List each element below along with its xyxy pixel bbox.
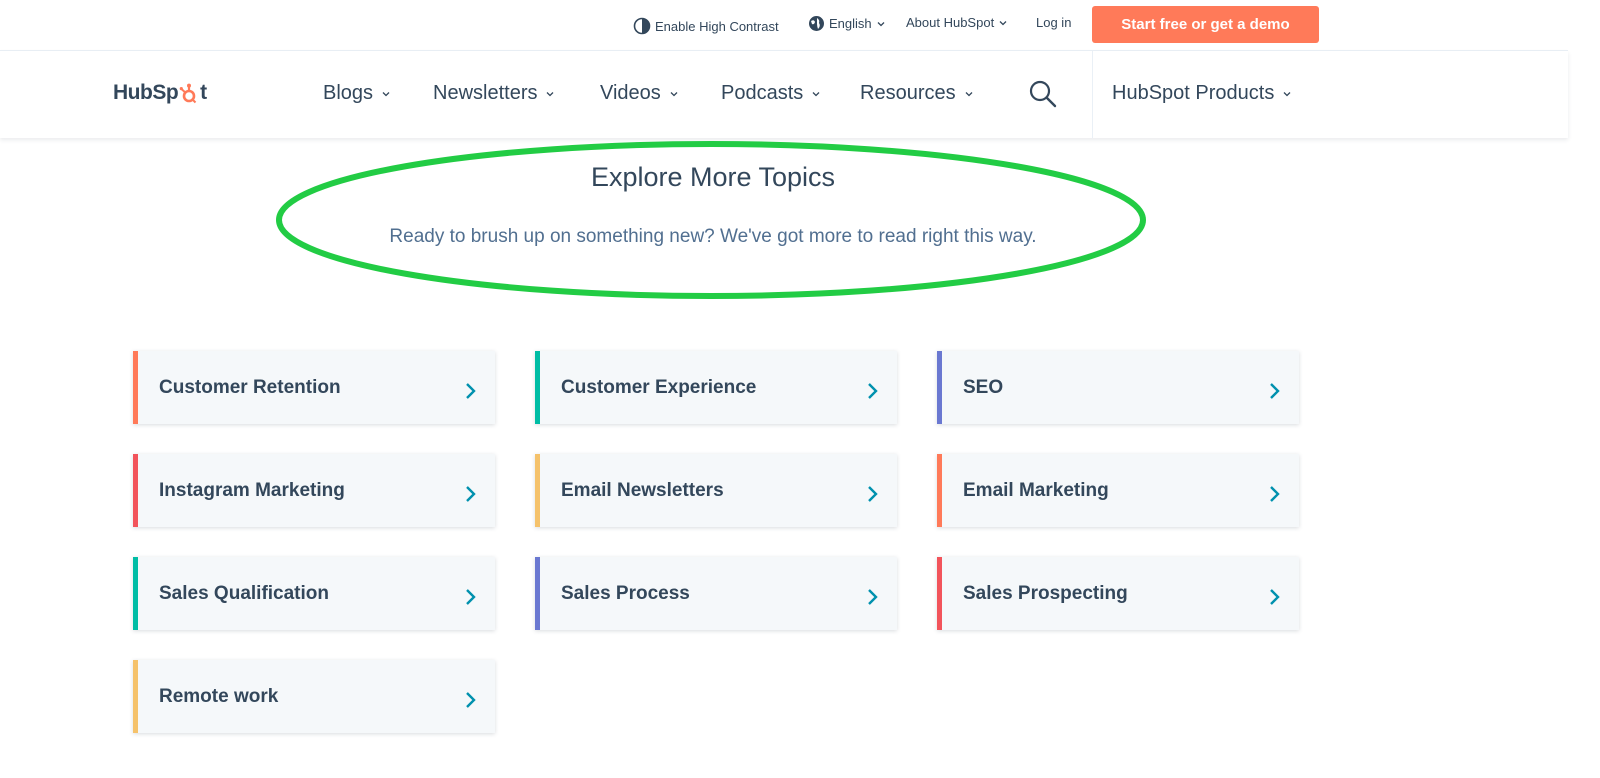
contrast-icon — [633, 17, 651, 35]
search-icon — [1028, 80, 1058, 113]
language-selector[interactable]: English — [808, 15, 886, 32]
nav-link-newsletters[interactable]: Newsletters — [433, 82, 555, 105]
topic-card[interactable]: SEO — [937, 351, 1299, 424]
chevron-down-icon — [669, 82, 679, 105]
topic-card[interactable]: Instagram Marketing — [133, 454, 495, 527]
topic-label: SEO — [963, 377, 1004, 398]
chevron-right-icon — [866, 381, 880, 406]
topic-label: Customer Retention — [159, 377, 341, 398]
chevron-right-icon — [1268, 587, 1282, 612]
chevron-right-icon — [464, 484, 478, 509]
hubspot-logo[interactable]: HubSp t — [113, 81, 207, 105]
sprocket-icon — [179, 83, 200, 104]
topic-card[interactable]: Remote work — [133, 660, 495, 733]
topic-label: Instagram Marketing — [159, 480, 345, 501]
topic-card[interactable]: Sales Process — [535, 557, 897, 630]
chevron-down-icon — [545, 82, 555, 105]
topic-card[interactable]: Sales Qualification — [133, 557, 495, 630]
chevron-down-icon — [811, 82, 821, 105]
nav-link-videos[interactable]: Videos — [600, 82, 679, 105]
topic-label: Sales Process — [561, 583, 690, 604]
start-free-demo-button[interactable]: Start free or get a demo — [1092, 6, 1319, 43]
nav-link-label: Resources — [860, 82, 956, 104]
high-contrast-label: Enable High Contrast — [655, 18, 779, 34]
chevron-right-icon — [464, 381, 478, 406]
section-title: Explore More Topics — [590, 162, 836, 192]
nav-link-podcasts[interactable]: Podcasts — [721, 82, 821, 105]
chevron-right-icon — [464, 690, 478, 715]
chevron-down-icon — [381, 82, 391, 105]
globe-icon — [808, 15, 825, 32]
topic-label: Sales Prospecting — [963, 583, 1128, 604]
hubspot-products-label: HubSpot Products — [1112, 82, 1275, 104]
topic-label: Remote work — [159, 686, 279, 707]
about-hubspot-menu[interactable]: About HubSpot — [906, 15, 1008, 30]
hubspot-products-menu[interactable]: HubSpot Products — [1112, 82, 1292, 105]
nav-divider — [1092, 51, 1093, 138]
nav-link-label: Blogs — [323, 82, 374, 104]
nav-link-blogs[interactable]: Blogs — [323, 82, 391, 105]
section-description: Ready to brush up on something new? We'v… — [389, 226, 1037, 247]
chevron-down-icon — [998, 18, 1008, 28]
topic-card[interactable]: Sales Prospecting — [937, 557, 1299, 630]
chevron-down-icon — [876, 19, 886, 29]
chevron-right-icon — [464, 587, 478, 612]
chevron-right-icon — [866, 484, 880, 509]
main-navigation: HubSp t Blogs Newsletters Videos Podcast… — [0, 51, 1568, 138]
explore-topics-intro: Explore More Topics Ready to brush up on… — [280, 140, 1146, 300]
chevron-right-icon — [1268, 484, 1282, 509]
chevron-down-icon — [964, 82, 974, 105]
high-contrast-toggle[interactable]: Enable High Contrast — [633, 17, 779, 35]
login-link[interactable]: Log in — [1036, 15, 1071, 30]
logo-text-right: t — [200, 81, 207, 104]
chevron-down-icon — [1282, 82, 1292, 105]
logo-text-left: HubSp — [113, 81, 179, 104]
topic-card[interactable]: Customer Retention — [133, 351, 495, 424]
about-hubspot-label: About HubSpot — [906, 15, 995, 30]
topic-label: Email Newsletters — [561, 480, 724, 501]
utility-bar: Enable High Contrast English About HubSp… — [0, 0, 1568, 51]
topic-label: Email Marketing — [963, 480, 1109, 501]
chevron-right-icon — [866, 587, 880, 612]
search-button[interactable] — [1028, 79, 1058, 114]
nav-link-resources[interactable]: Resources — [860, 82, 974, 105]
topic-card[interactable]: Email Marketing — [937, 454, 1299, 527]
topic-card[interactable]: Customer Experience — [535, 351, 897, 424]
chevron-right-icon — [1268, 381, 1282, 406]
topic-label: Customer Experience — [561, 377, 757, 398]
login-label: Log in — [1036, 15, 1072, 30]
nav-link-label: Podcasts — [721, 82, 804, 104]
nav-link-label: Newsletters — [433, 82, 538, 104]
topic-label: Sales Qualification — [159, 583, 329, 604]
language-label: English — [829, 16, 872, 31]
topic-card[interactable]: Email Newsletters — [535, 454, 897, 527]
nav-link-label: Videos — [600, 82, 661, 104]
